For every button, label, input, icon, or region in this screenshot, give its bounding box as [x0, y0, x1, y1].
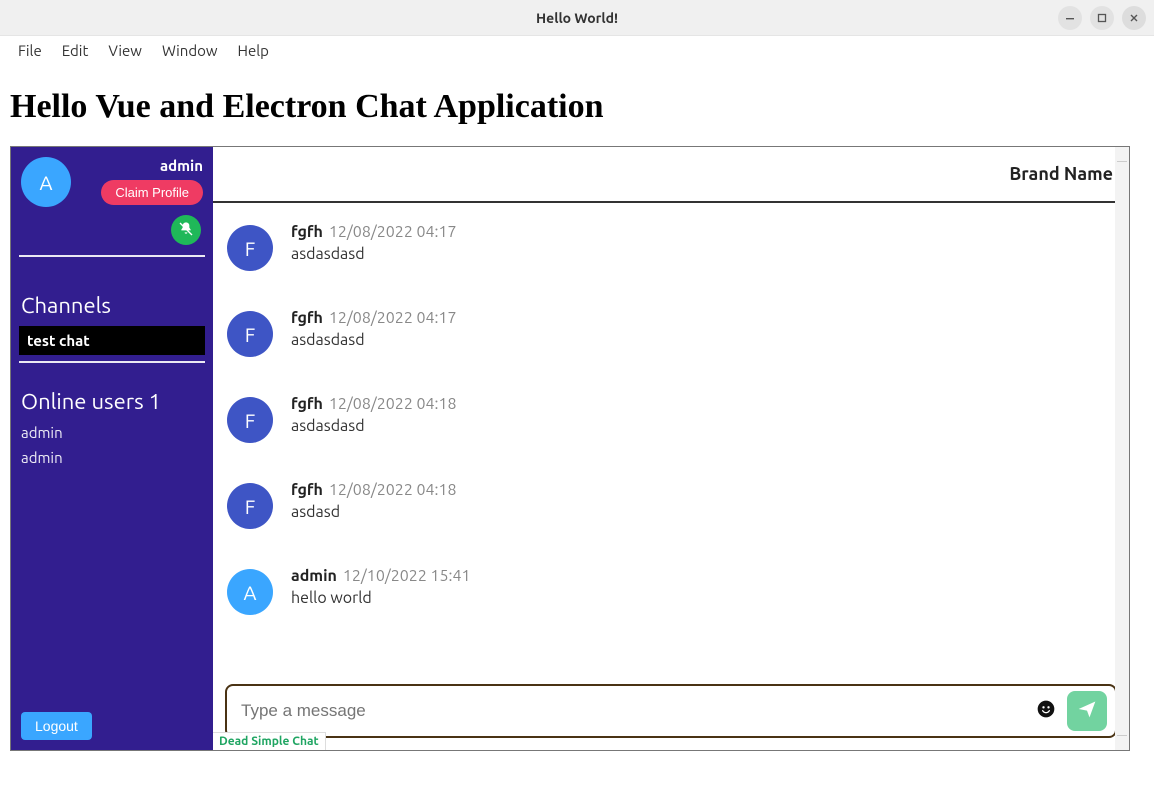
message-username: fgfh — [291, 481, 323, 499]
window-titlebar: Hello World! — [0, 0, 1154, 36]
message-text: asdasdasd — [291, 417, 1115, 435]
chat-header: Brand Name — [213, 147, 1129, 203]
menu-view[interactable]: View — [98, 40, 152, 61]
paper-plane-icon — [1077, 699, 1097, 723]
message-username: fgfh — [291, 223, 323, 241]
message-timestamp: 12/08/2022 04:17 — [329, 223, 457, 241]
message-avatar: F — [227, 225, 273, 271]
notifications-toggle-button[interactable] — [171, 215, 201, 245]
message-timestamp: 12/08/2022 04:18 — [329, 395, 457, 413]
profile-block: A admin Claim Profile — [11, 147, 213, 215]
message-meta: fgfh 12/08/2022 04:17 — [291, 223, 1115, 241]
channel-item[interactable]: test chat — [19, 326, 205, 355]
message-text: asdasdasd — [291, 245, 1115, 263]
menu-help[interactable]: Help — [228, 40, 279, 61]
message-timestamp: 12/08/2022 04:18 — [329, 481, 457, 499]
online-users-heading: Online users 1 — [11, 381, 213, 420]
claim-profile-button[interactable]: Claim Profile — [101, 180, 203, 205]
menu-edit[interactable]: Edit — [52, 40, 99, 61]
window-maximize-button[interactable] — [1090, 6, 1114, 30]
message-row: Ffgfh 12/08/2022 04:17 asdasdasd — [227, 223, 1115, 271]
profile-username: admin — [79, 157, 203, 174]
window-minimize-button[interactable] — [1058, 6, 1082, 30]
chat-sidebar: A admin Claim Profile Channels test chat — [11, 147, 213, 750]
online-user-item: admin — [11, 445, 213, 470]
message-row: Ffgfh 12/08/2022 04:17 asdasdasd — [227, 309, 1115, 357]
menubar: File Edit View Window Help — [0, 36, 1154, 64]
bell-slash-icon — [178, 221, 194, 240]
message-username: fgfh — [291, 309, 323, 327]
message-timestamp: 12/10/2022 15:41 — [343, 567, 471, 585]
sidebar-divider — [19, 255, 205, 257]
send-button[interactable] — [1067, 691, 1107, 731]
message-row: Ffgfh 12/08/2022 04:18 asdasd — [227, 481, 1115, 529]
window-title: Hello World! — [536, 10, 618, 26]
chat-frame: A admin Claim Profile Channels test chat — [10, 146, 1130, 751]
menu-window[interactable]: Window — [152, 40, 228, 61]
messages-list[interactable]: Ffgfh 12/08/2022 04:17 asdasdasd Ffgfh 12/08… — [213, 203, 1129, 676]
channels-heading: Channels — [11, 285, 213, 324]
message-avatar: A — [227, 569, 273, 615]
message-meta: fgfh 12/08/2022 04:18 — [291, 395, 1115, 413]
message-meta: fgfh 12/08/2022 04:18 — [291, 481, 1115, 499]
footer-brand-link[interactable]: Dead Simple Chat — [213, 732, 326, 750]
message-meta: fgfh 12/08/2022 04:17 — [291, 309, 1115, 327]
emoji-smile-icon — [1036, 699, 1056, 723]
message-text: asdasd — [291, 503, 1115, 521]
logout-button[interactable]: Logout — [21, 712, 92, 740]
sidebar-divider — [19, 361, 205, 363]
emoji-picker-button[interactable] — [1035, 700, 1057, 722]
message-avatar: F — [227, 311, 273, 357]
message-text: hello world — [291, 589, 1115, 607]
message-timestamp: 12/08/2022 04:17 — [329, 309, 457, 327]
message-avatar: F — [227, 483, 273, 529]
page-title: Hello Vue and Electron Chat Application — [10, 88, 1146, 126]
brand-name-label: Brand Name — [1009, 164, 1113, 184]
message-row: Aadmin 12/10/2022 15:41 hello world — [227, 567, 1115, 615]
message-avatar: F — [227, 397, 273, 443]
message-meta: admin 12/10/2022 15:41 — [291, 567, 1115, 585]
message-username: admin — [291, 567, 337, 585]
online-user-item: admin — [11, 420, 213, 445]
message-text: asdasdasd — [291, 331, 1115, 349]
menu-file[interactable]: File — [8, 40, 52, 61]
chat-main: Brand Name Ffgfh12/08/2022 04:17asdasdas… — [213, 147, 1129, 750]
message-row: Ffgfh 12/08/2022 04:18 asdasdasd — [227, 395, 1115, 443]
message-username: fgfh — [291, 395, 323, 413]
chat-frame-scrollbar[interactable] — [1115, 147, 1129, 750]
message-composer — [225, 684, 1117, 738]
profile-avatar-letter: A — [40, 171, 53, 194]
window-close-button[interactable] — [1122, 6, 1146, 30]
profile-avatar: A — [21, 157, 71, 207]
message-input[interactable] — [241, 701, 1025, 721]
